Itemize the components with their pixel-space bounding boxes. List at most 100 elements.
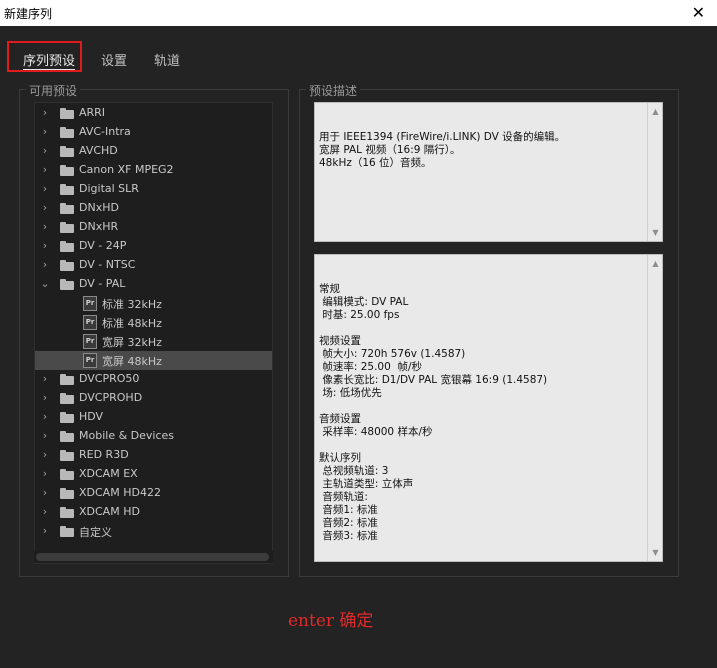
preset-details-text: 常规 编辑模式: DV PAL 时基: 25.00 fps 视频设置 帧大小: … xyxy=(319,283,548,542)
description-scrollbar[interactable]: ▲ ▼ xyxy=(647,103,662,241)
tree-folder-row[interactable]: › Digital SLR xyxy=(35,180,272,199)
tree-folder-row[interactable]: › AVCHD xyxy=(35,142,272,161)
scroll-down-icon[interactable]: ▼ xyxy=(651,548,660,557)
folder-icon xyxy=(60,431,74,442)
tree-item-label: Digital SLR xyxy=(79,182,139,195)
tree-item-label: 标准 48kHz xyxy=(102,317,162,330)
chevron-right-icon[interactable]: › xyxy=(40,126,50,138)
close-icon[interactable]: ✕ xyxy=(692,3,705,22)
chevron-right-icon[interactable]: › xyxy=(40,164,50,176)
tree-folder-row[interactable]: › XDCAM EX xyxy=(35,465,272,484)
chevron-right-icon[interactable]: › xyxy=(40,487,50,499)
tree-folder-row[interactable]: › AVC-Intra xyxy=(35,123,272,142)
tab-tracks[interactable]: 轨道 xyxy=(154,50,180,69)
tree-item-label: XDCAM EX xyxy=(79,467,138,480)
premiere-preset-icon: Pr xyxy=(83,353,97,368)
chevron-right-icon[interactable]: › xyxy=(40,506,50,518)
tree-preset-row[interactable]: Pr 宽屏 32kHz xyxy=(35,332,272,351)
folder-icon xyxy=(60,526,74,537)
chevron-right-icon[interactable]: › xyxy=(40,145,50,157)
tree-item-label: 宽屏 32kHz xyxy=(102,336,162,349)
chevron-right-icon[interactable]: › xyxy=(40,468,50,480)
tree-folder-row[interactable]: › HDV xyxy=(35,408,272,427)
chevron-right-icon[interactable]: › xyxy=(40,373,50,385)
folder-icon xyxy=(60,127,74,138)
folder-icon xyxy=(60,393,74,404)
tab-bar: 序列预设 设置 轨道 xyxy=(0,40,717,74)
folder-icon xyxy=(60,108,74,119)
tree-preset-row[interactable]: Pr 宽屏 48kHz xyxy=(35,351,272,370)
chevron-right-icon[interactable]: › xyxy=(40,240,50,252)
scrollbar-thumb[interactable] xyxy=(36,553,269,561)
tab-settings[interactable]: 设置 xyxy=(101,50,127,69)
tree-folder-row[interactable]: › Canon XF MPEG2 xyxy=(35,161,272,180)
folder-icon xyxy=(60,488,74,499)
tree-folder-row[interactable]: › Mobile & Devices xyxy=(35,427,272,446)
folder-icon xyxy=(60,184,74,195)
premiere-preset-icon: Pr xyxy=(83,296,97,311)
tree-folder-row[interactable]: › DV - 24P xyxy=(35,237,272,256)
tree-folder-row[interactable]: › DVCPROHD xyxy=(35,389,272,408)
preset-description-box[interactable]: 用于 IEEE1394 (FireWire/i.LINK) DV 设备的编辑。 … xyxy=(314,102,663,242)
tree-folder-row[interactable]: › DV - NTSC xyxy=(35,256,272,275)
tree-item-label: XDCAM HD422 xyxy=(79,486,161,499)
scroll-down-icon[interactable]: ▼ xyxy=(651,228,660,237)
premiere-preset-icon: Pr xyxy=(83,315,97,330)
tree-item-label: DVCPRO50 xyxy=(79,372,140,385)
tree-preset-row[interactable]: Pr 标准 32kHz xyxy=(35,294,272,313)
tree-item-label: AVCHD xyxy=(79,144,118,157)
scroll-up-icon[interactable]: ▲ xyxy=(651,259,660,268)
chevron-right-icon[interactable]: › xyxy=(40,259,50,271)
chevron-right-icon[interactable]: › xyxy=(40,411,50,423)
tree-folder-row[interactable]: › DNxHR xyxy=(35,218,272,237)
tree-folder-row[interactable]: › DVCPRO50 xyxy=(35,370,272,389)
tree-folder-row[interactable]: › DNxHD xyxy=(35,199,272,218)
chevron-right-icon[interactable]: › xyxy=(40,183,50,195)
preset-description-label: 预设描述 xyxy=(306,82,361,99)
tree-horizontal-scrollbar[interactable] xyxy=(34,551,273,563)
folder-icon xyxy=(60,203,74,214)
tree-item-label: HDV xyxy=(79,410,104,423)
title-bar: 新建序列 ✕ xyxy=(0,0,717,26)
preset-details-box[interactable]: 常规 编辑模式: DV PAL 时基: 25.00 fps 视频设置 帧大小: … xyxy=(314,254,663,562)
tree-item-label: Mobile & Devices xyxy=(79,429,175,442)
tree-folder-row[interactable]: › XDCAM HD422 xyxy=(35,484,272,503)
scroll-up-icon[interactable]: ▲ xyxy=(651,107,660,116)
tree-folder-row[interactable]: › ARRI xyxy=(35,104,272,123)
folder-icon xyxy=(60,469,74,480)
chevron-right-icon[interactable]: › xyxy=(40,202,50,214)
folder-icon xyxy=(60,374,74,385)
tree-item-label: DVCPROHD xyxy=(79,391,143,404)
chevron-right-icon[interactable]: › xyxy=(40,392,50,404)
preset-tree[interactable]: › ARRI › AVC-Intra › AVCHD › Canon XF MPEG2 › Dig… xyxy=(34,102,273,564)
folder-icon xyxy=(60,165,74,176)
tab-highlight-box xyxy=(7,41,82,72)
tree-item-label: AVC-Intra xyxy=(79,125,131,138)
chevron-right-icon[interactable]: › xyxy=(40,107,50,119)
folder-icon xyxy=(60,260,74,271)
details-scrollbar[interactable]: ▲ ▼ xyxy=(647,255,662,561)
chevron-right-icon[interactable]: › xyxy=(40,221,50,233)
folder-icon xyxy=(60,450,74,461)
tree-item-label: XDCAM HD xyxy=(79,505,140,518)
folder-icon xyxy=(60,507,74,518)
tree-item-label: RED R3D xyxy=(79,448,129,461)
tree-folder-row[interactable]: › XDCAM HD xyxy=(35,503,272,522)
tree-item-label: 自定义 xyxy=(79,526,112,539)
tree-folder-row[interactable]: ⌄ DV - PAL xyxy=(35,275,272,294)
chevron-right-icon[interactable]: › xyxy=(40,430,50,442)
tree-item-label: DNxHR xyxy=(79,220,119,233)
tree-item-label: Canon XF MPEG2 xyxy=(79,163,174,176)
chevron-down-icon[interactable]: ⌄ xyxy=(40,278,50,290)
tree-item-label: DNxHD xyxy=(79,201,119,214)
chevron-right-icon[interactable]: › xyxy=(40,449,50,461)
available-presets-label: 可用预设 xyxy=(26,82,81,99)
folder-icon xyxy=(60,279,74,290)
window-title: 新建序列 xyxy=(4,7,53,21)
chevron-right-icon[interactable]: › xyxy=(40,525,50,537)
tree-preset-row[interactable]: Pr 标准 48kHz xyxy=(35,313,272,332)
tree-folder-row[interactable]: › 自定义 xyxy=(35,522,272,541)
premiere-preset-icon: Pr xyxy=(83,334,97,349)
tree-folder-row[interactable]: › RED R3D xyxy=(35,446,272,465)
tree-item-label: DV - PAL xyxy=(79,277,126,290)
